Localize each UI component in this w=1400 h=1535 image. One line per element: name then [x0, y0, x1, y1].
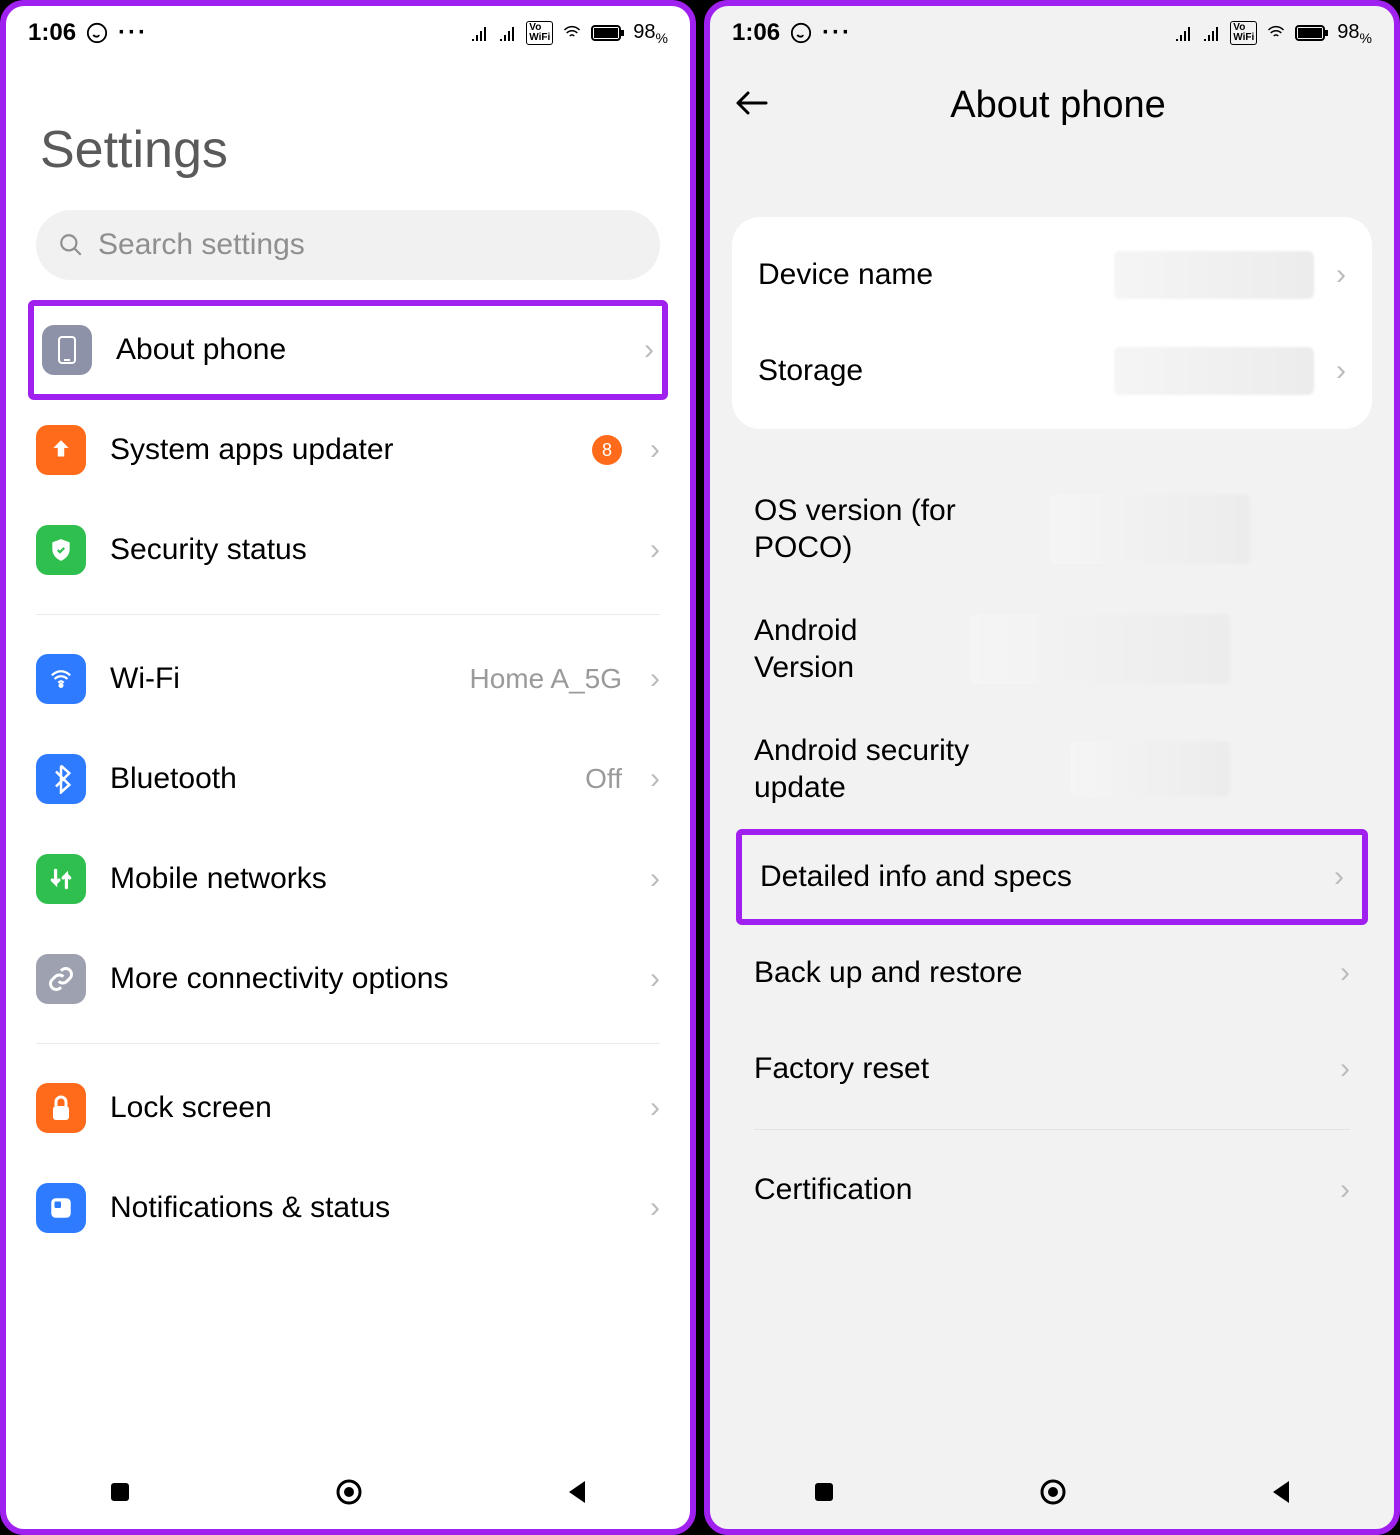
row-more-connectivity[interactable]: More connectivity options › — [28, 929, 668, 1029]
row-storage[interactable]: Storage › — [740, 323, 1364, 419]
row-lock-screen[interactable]: Lock screen › — [28, 1058, 668, 1158]
nav-home-icon[interactable] — [334, 1477, 364, 1512]
redacted-value — [1114, 347, 1314, 395]
wifi-value: Home A_5G — [469, 663, 622, 695]
mobile-data-icon — [36, 854, 86, 904]
bluetooth-icon — [36, 754, 86, 804]
row-backup-and-restore[interactable]: Back up and restore › — [736, 925, 1368, 1021]
battery-icon — [1295, 24, 1329, 42]
signal-1-icon — [470, 25, 490, 41]
row-certification[interactable]: Certification › — [736, 1142, 1368, 1238]
chevron-right-icon: › — [650, 1191, 660, 1225]
chevron-right-icon: › — [1340, 956, 1350, 990]
battery-percent: 98% — [633, 21, 668, 46]
row-mobile-networks[interactable]: Mobile networks › — [28, 829, 668, 929]
vowifi-icon: VoWiFi — [1230, 21, 1257, 45]
chevron-right-icon: › — [1334, 860, 1344, 894]
search-icon — [58, 232, 84, 258]
whatsapp-icon — [86, 22, 108, 44]
row-android-security-update[interactable]: Android security update — [736, 709, 1368, 829]
update-count-badge: 8 — [592, 435, 622, 465]
row-device-name[interactable]: Device name › — [740, 227, 1364, 323]
wifi-icon — [1265, 24, 1287, 42]
row-detailed-info-and-specs[interactable]: Detailed info and specs › — [736, 829, 1368, 925]
phone-icon — [42, 325, 92, 375]
chevron-right-icon: › — [650, 433, 660, 467]
row-system-apps-updater[interactable]: System apps updater 8 › — [28, 400, 668, 500]
nav-recent-icon[interactable] — [811, 1479, 837, 1510]
row-security-status[interactable]: Security status › — [28, 500, 668, 600]
back-icon[interactable] — [734, 89, 770, 122]
row-os-version[interactable]: OS version (for POCO) — [736, 469, 1368, 589]
nav-home-icon[interactable] — [1038, 1477, 1068, 1512]
battery-icon — [591, 24, 625, 42]
topbar: About phone — [710, 60, 1394, 137]
more-icon: ··· — [822, 19, 852, 47]
page-title: Settings — [6, 60, 690, 210]
search-placeholder: Search settings — [98, 228, 305, 262]
signal-2-icon — [498, 25, 518, 41]
wifi-settings-icon — [36, 654, 86, 704]
chevron-right-icon: › — [1340, 1052, 1350, 1086]
nav-back-icon[interactable] — [565, 1479, 589, 1510]
battery-percent: 98% — [1337, 21, 1372, 46]
redacted-value — [970, 614, 1230, 684]
chevron-right-icon: › — [650, 1091, 660, 1125]
row-wifi[interactable]: Wi-Fi Home A_5G › — [28, 629, 668, 729]
android-navbar — [6, 1459, 690, 1529]
more-icon: ··· — [118, 19, 148, 47]
chevron-right-icon: › — [650, 962, 660, 996]
divider — [754, 1129, 1350, 1130]
chevron-right-icon: › — [650, 862, 660, 896]
vowifi-icon: VoWiFi — [526, 21, 553, 45]
status-time: 1:06 — [28, 19, 76, 47]
chevron-right-icon: › — [1336, 354, 1346, 388]
redacted-value — [1050, 494, 1250, 564]
bluetooth-value: Off — [585, 763, 622, 795]
search-input[interactable]: Search settings — [36, 210, 660, 280]
notifications-icon — [36, 1183, 86, 1233]
status-bar: 1:06 ··· VoWiFi 98% — [6, 6, 690, 60]
divider — [36, 614, 660, 615]
row-android-version[interactable]: Android Version — [736, 589, 1368, 709]
status-bar: 1:06 ··· VoWiFi 98% — [710, 6, 1394, 60]
divider — [36, 1043, 660, 1044]
android-navbar — [710, 1459, 1394, 1529]
chevron-right-icon: › — [1340, 1173, 1350, 1207]
nav-back-icon[interactable] — [1269, 1479, 1293, 1510]
row-factory-reset[interactable]: Factory reset › — [736, 1021, 1368, 1117]
chevron-right-icon: › — [650, 662, 660, 696]
status-time: 1:06 — [732, 19, 780, 47]
row-bluetooth[interactable]: Bluetooth Off › — [28, 729, 668, 829]
signal-2-icon — [1202, 25, 1222, 41]
updater-icon — [36, 425, 86, 475]
row-about-phone[interactable]: About phone › — [28, 300, 668, 400]
whatsapp-icon — [790, 22, 812, 44]
redacted-value — [1114, 251, 1314, 299]
chevron-right-icon: › — [650, 533, 660, 567]
chevron-right-icon: › — [1336, 258, 1346, 292]
wifi-icon — [561, 24, 583, 42]
chevron-right-icon: › — [644, 333, 654, 367]
nav-recent-icon[interactable] — [107, 1479, 133, 1510]
shield-icon — [36, 525, 86, 575]
screen-settings: 1:06 ··· VoWiFi 98% Settings Search sett… — [0, 0, 696, 1535]
signal-1-icon — [1174, 25, 1194, 41]
page-title: About phone — [794, 84, 1322, 127]
redacted-value — [1070, 741, 1230, 797]
chevron-right-icon: › — [650, 762, 660, 796]
row-notifications[interactable]: Notifications & status › — [28, 1158, 668, 1258]
device-card: Device name › Storage › — [732, 217, 1372, 429]
lock-icon — [36, 1083, 86, 1133]
screen-about-phone: 1:06 ··· VoWiFi 98% About phone Device n… — [704, 0, 1400, 1535]
link-icon — [36, 954, 86, 1004]
